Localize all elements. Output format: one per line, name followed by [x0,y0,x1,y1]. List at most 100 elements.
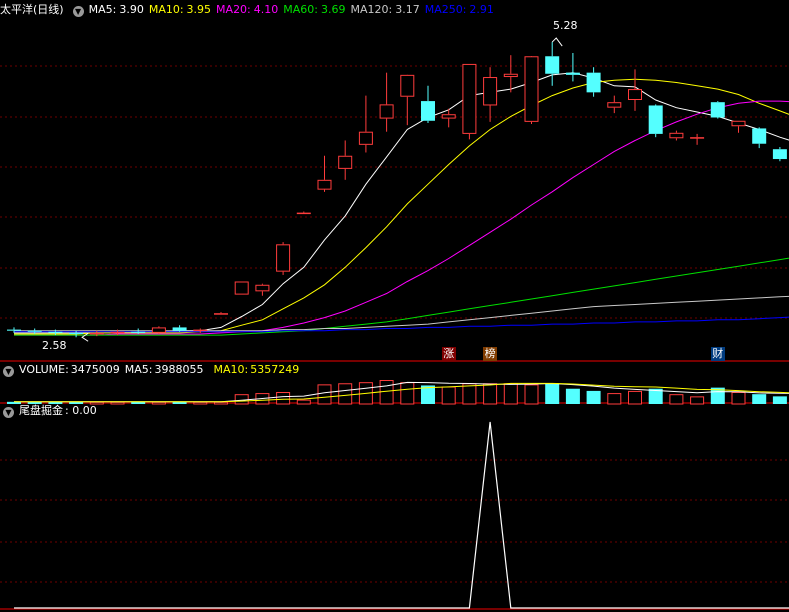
candle[interactable] [338,140,353,180]
candle[interactable] [731,120,746,133]
volume-bar[interactable] [503,383,518,405]
chevron-down-icon[interactable]: ▼ [3,407,14,418]
volume-bar[interactable] [772,396,787,404]
candle[interactable] [379,72,394,132]
volume-bar[interactable] [752,394,767,404]
volume-panel-header: ▼ VOLUME: 3475009 MA5: 3988055 MA10: 5357249 [0,362,309,378]
candle[interactable] [607,95,622,114]
candle[interactable] [628,69,642,111]
candle[interactable] [669,130,684,141]
candle-body [317,179,332,190]
ma-legend-item: MA10: 3.95 [149,3,211,16]
ma-legend-label: MA5: [88,3,117,16]
candle-body [338,155,353,169]
ma-legend-item: MA250: 2.91 [425,3,494,16]
candle[interactable] [400,74,415,126]
candle-body [731,120,746,127]
volume-bars[interactable] [7,380,789,405]
candle[interactable] [234,281,249,295]
candle[interactable] [214,312,228,315]
chevron-down-icon[interactable]: ▼ [72,6,84,17]
candle[interactable] [648,104,663,138]
candle[interactable] [565,52,580,82]
volume-bar[interactable] [214,401,228,405]
candle-body [296,212,311,215]
volume-bar[interactable] [669,394,684,405]
volume-bar[interactable] [379,380,394,405]
volume-bar[interactable] [296,399,311,405]
candle[interactable] [545,42,560,86]
candle-body [276,244,291,272]
candle-body [503,73,518,78]
indicator-line [14,421,789,609]
candle-body [483,77,498,106]
event-tag[interactable]: 涨 [441,347,456,361]
indicator-value: : 0.00 [65,404,97,417]
ma-legend-value: 3.90 [119,3,144,16]
event-tag[interactable]: 财 [710,347,725,361]
candle-body [690,137,705,139]
candle[interactable] [772,147,787,162]
candle-body [586,72,601,93]
candle[interactable] [524,56,539,125]
event-tag[interactable]: 榜 [483,347,498,361]
high-price-marker [551,37,563,47]
candle[interactable] [462,63,477,140]
volume-bar[interactable] [400,382,415,405]
volume-bar[interactable] [565,388,580,404]
ma-legend: MA5: 3.90 MA10: 3.95 MA20: 4.10 MA60: 3.69 MA120… [89,3,499,16]
ma-legend-item: MA5: 3.90 [89,3,144,16]
volume-bar[interactable] [545,383,560,404]
ma-legend-label: MA20: [216,3,251,16]
candle[interactable] [151,326,166,334]
volume-ma10-label: MA10: [213,363,249,376]
indicator-panel-header: ▼ 尾盘掘金: 0.00 [0,403,102,419]
candle[interactable] [690,133,705,145]
candle[interactable] [421,85,435,123]
volume-bar[interactable] [338,383,353,405]
volume-bar[interactable] [317,384,332,405]
volume-bar[interactable] [483,383,498,405]
volume-bar[interactable] [234,394,249,405]
kline-chart[interactable] [0,0,789,612]
ma-legend-label: MA10: [148,3,184,16]
candle[interactable] [317,155,332,192]
chevron-down-icon[interactable]: ▼ [3,366,14,377]
candle[interactable] [586,67,601,97]
volume-bar[interactable] [731,392,746,405]
candle[interactable] [503,55,518,93]
candle[interactable] [358,95,373,153]
volume-bar[interactable] [193,401,208,405]
candle-body [27,330,42,332]
candle-body [255,284,270,292]
ma-legend-label: MA120: [350,3,393,16]
candle-body [48,331,63,333]
candle[interactable] [296,211,311,215]
volume-bar[interactable] [441,386,456,405]
candle[interactable] [752,127,767,149]
volume-bar[interactable] [690,396,705,405]
candle-body [669,132,684,139]
volume-bar[interactable] [607,393,622,405]
candle-body [545,56,560,74]
candle-body [379,104,394,119]
volume-ma5-label: MA5: [124,363,153,376]
ma-legend-value: 3.69 [320,3,346,16]
volume-bar[interactable] [586,390,601,404]
volume-ma5-value: 3988055 [154,363,204,376]
volume-bar[interactable] [462,383,477,405]
volume-bar[interactable] [524,384,539,405]
ma-legend-item: MA60: 3.69 [283,3,345,16]
price-panel-header: 太平洋(日线) ▼ MA5: 3.90 MA10: 3.95 MA20: 4.10 MA60: 3… [0,2,504,18]
candle[interactable] [710,101,725,119]
candle[interactable] [255,283,270,296]
volume-bar[interactable] [110,401,125,405]
volume-bar[interactable] [628,390,642,405]
candle-body [69,332,84,334]
volume-bar[interactable] [276,392,291,405]
candle[interactable] [276,242,291,275]
candlestick-series[interactable] [7,42,789,338]
indicator-title: 尾盘掘金 [19,404,63,417]
candle[interactable] [483,67,498,122]
volume-bar[interactable] [151,401,166,405]
